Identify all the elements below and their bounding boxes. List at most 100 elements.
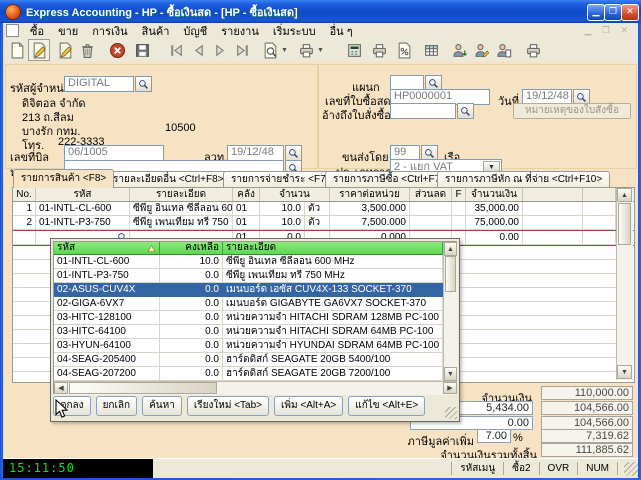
first-record-button[interactable]	[165, 39, 187, 61]
supplier-lookup-button[interactable]	[135, 76, 152, 92]
print-preview-dropdown[interactable]: ▼	[281, 47, 289, 54]
cell-extra1	[523, 231, 583, 245]
print-form-button[interactable]	[368, 39, 390, 61]
item-row[interactable]: 2 01-INTL-P3-750 ซีพียู เพนเทียม ทรี 750…	[13, 216, 634, 230]
lookup-cell-code: 02-ASUS-CUV4X	[54, 283, 160, 297]
bill-date-field[interactable]: 19/12/48	[227, 145, 284, 161]
lookup-row[interactable]: 02-GIGA-6VX7 0.0 เมนบอร์ด GIGABYTE GA6VX…	[54, 297, 456, 311]
minimize-button[interactable]: ▁	[587, 4, 605, 21]
po-remark-button[interactable]: หมายเหตุของใบสั่งซื้อ	[513, 103, 631, 119]
menu-setup[interactable]: เริ่มระบบ	[266, 22, 323, 40]
cancel-record-button[interactable]	[106, 39, 128, 61]
lookup-row-selected[interactable]: 02-ASUS-CUV4X 0.0 เมนบอร์ด เอซัส CUV4X-1…	[54, 283, 456, 297]
cell-no	[13, 231, 36, 245]
scroll-down-icon[interactable]: ▼	[444, 367, 457, 381]
scroll-right-icon[interactable]: ▶	[443, 382, 457, 394]
po-ref-field[interactable]	[390, 103, 456, 119]
save-record-button[interactable]	[131, 39, 153, 61]
scroll-up-icon[interactable]: ▲	[444, 242, 457, 256]
scroll-down-icon[interactable]: ▼	[617, 365, 632, 379]
new-document-icon	[9, 42, 26, 59]
lookup-row[interactable]: 03-HITC-64100 0.0 หน่วยความจำ HITACHI SD…	[54, 325, 456, 339]
tax-invoice-icon	[396, 42, 413, 59]
resort-button[interactable]: เรียงใหม่ <Tab>	[187, 396, 269, 416]
window-title: Express Accounting - HP - ซื้อเงินสด - […	[26, 3, 298, 21]
lookup-row[interactable]: 01-INTL-CL-600 10.0 ซีพียู อินเทล ซีลีลอ…	[54, 255, 456, 269]
lookup-cell-qty: 0.0	[160, 325, 223, 339]
delete-document-button[interactable]	[76, 39, 98, 61]
tab-other-details[interactable]: รายละเอียดอื่น <Ctrl+F8>	[105, 171, 231, 188]
previous-record-button[interactable]	[187, 39, 209, 61]
close-button[interactable]: ✕	[621, 4, 639, 21]
print-button[interactable]	[295, 39, 317, 61]
lookup-row[interactable]: 01-INTL-P3-750 0.0 ซีพียู เพนเทียม ทรี 7…	[54, 269, 456, 283]
lookup-col-desc[interactable]: รายละเอียด	[223, 242, 443, 255]
tax-invoice-button[interactable]	[393, 39, 415, 61]
lookup-horizontal-scrollbar[interactable]: ◀ ▶	[54, 381, 457, 395]
cell-f	[452, 216, 466, 230]
lookup-cell-qty: 0.0	[160, 339, 223, 353]
lookup-cell-code: 04-SEAG-205400	[54, 353, 160, 367]
scroll-left-icon[interactable]: ◀	[54, 382, 68, 394]
lookup-row[interactable]: 03-HITC-128100 0.0 หน่วยความจำ HITACHI S…	[54, 311, 456, 325]
quick-print-button[interactable]	[522, 39, 544, 61]
child-window-icon[interactable]	[6, 24, 19, 37]
contact-edit-icon	[473, 42, 490, 59]
lookup-row[interactable]: 04-SEAG-207200 0.0 ฮาร์ดดิสก์ SEAGATE 20…	[54, 367, 456, 381]
print-dropdown[interactable]: ▼	[317, 47, 325, 54]
bill-no-field[interactable]: 06/1005	[64, 145, 164, 161]
grid-vertical-scrollbar[interactable]: ▲ ▼	[616, 188, 633, 380]
lookup-col-code[interactable]: รหัส	[54, 242, 160, 255]
tab-items[interactable]: รายการสินค้า <F8>	[13, 169, 114, 188]
lookup-scroll-thumb[interactable]	[445, 256, 456, 292]
menu-reports[interactable]: รายงาน	[214, 22, 266, 40]
first-record-icon	[168, 42, 185, 59]
menu-others[interactable]: อื่น ๆ	[323, 22, 360, 40]
maximize-button[interactable]: ❐	[604, 4, 622, 21]
edit-document-icon	[31, 42, 48, 59]
statusbar-resize-grip[interactable]	[624, 462, 638, 476]
menu-inventory[interactable]: สินค้า	[135, 22, 177, 40]
contact-edit-button[interactable]	[470, 39, 492, 61]
item-row[interactable]: 1 01-INTL-CL-600 ซีพียู อินเทล ซีลีลอน 6…	[13, 202, 634, 216]
vat-rate-field[interactable]: 7.00	[477, 429, 511, 443]
copy-document-button[interactable]	[54, 39, 76, 61]
lookup-grid-header: รหัส คงเหลือ รายละเอียด	[54, 242, 456, 255]
bill-date-lookup-button[interactable]	[285, 145, 302, 161]
contact-report-button[interactable]	[492, 39, 514, 61]
supplier-code-field[interactable]: DIGITAL	[64, 76, 134, 92]
mdi-child-controls[interactable]: ▁ ❐ ✕	[584, 25, 632, 36]
next-record-button[interactable]	[209, 39, 231, 61]
print-preview-button[interactable]	[259, 39, 281, 61]
lookup-row[interactable]: 04-SEAG-205400 0.0 ฮาร์ดดิสก์ SEAGATE 20…	[54, 353, 456, 367]
cancel-button[interactable]: ยกเลิก	[96, 396, 138, 416]
lookup-col-qty[interactable]: คงเหลือ	[160, 242, 223, 255]
lookup-vertical-scrollbar[interactable]: ▲ ▼	[443, 242, 458, 381]
menu-finance[interactable]: การเงิน	[85, 22, 134, 40]
lookup-row[interactable]: 03-HYUN-64100 0.0 หน่วยความจำ HYUNDAI SD…	[54, 339, 456, 353]
search-button[interactable]: ค้นหา	[142, 396, 182, 416]
menu-accounting[interactable]: บัญชี	[176, 22, 214, 40]
copy-document-icon	[57, 42, 74, 59]
edit-button[interactable]: แก้ไข <Alt+E>	[348, 396, 425, 416]
item-table-button[interactable]	[420, 39, 442, 61]
scroll-up-icon[interactable]: ▲	[617, 188, 632, 202]
lookup-hscroll-thumb[interactable]	[69, 382, 217, 394]
menu-sale[interactable]: ขาย	[51, 22, 85, 40]
po-ref-lookup-button[interactable]	[457, 103, 474, 119]
menu-purchase[interactable]: ซื้อ	[23, 22, 51, 40]
cell-no: 1	[13, 202, 36, 216]
tab-payments[interactable]: รายการจ่ายชำระ <F7>	[223, 171, 340, 188]
cash-register-button[interactable]	[343, 39, 365, 61]
new-document-button[interactable]	[6, 39, 28, 61]
lookup-cell-qty: 10.0	[160, 255, 223, 269]
add-button[interactable]: เพิ่ม <Alt+A>	[274, 396, 343, 416]
resize-grip[interactable]	[445, 407, 457, 419]
edit-document-button[interactable]	[28, 39, 50, 61]
last-record-button[interactable]	[231, 39, 253, 61]
contact-lookup-icon	[451, 42, 468, 59]
grid-scroll-thumb[interactable]	[618, 203, 631, 245]
tab-withholding-tax[interactable]: รายการภาษีหัก ณ ที่จ่าย <Ctrl+F10>	[437, 171, 610, 188]
tab-purchase-tax[interactable]: รายการภาษีซื้อ <Ctrl+F7>	[325, 171, 454, 188]
contact-lookup-button[interactable]	[448, 39, 470, 61]
